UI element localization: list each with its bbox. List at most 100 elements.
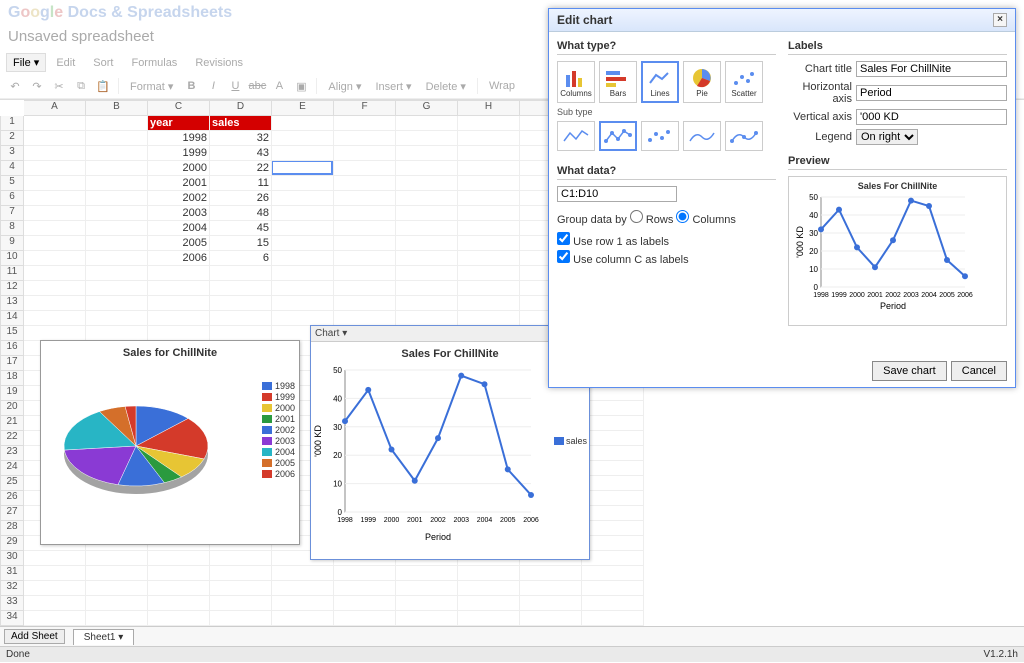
text-color-icon[interactable]: A [270,77,288,95]
row-header[interactable]: 30 [0,551,24,566]
data-cell[interactable]: 1999 [148,146,210,161]
row-header[interactable]: 12 [0,281,24,296]
data-cell[interactable]: 2005 [148,236,210,251]
save-chart-button[interactable]: Save chart [872,361,947,381]
menu-revisions[interactable]: Revisions [187,54,251,72]
row-header[interactable]: 7 [0,206,24,221]
data-cell[interactable]: year [148,116,210,131]
subtype-2[interactable] [599,121,637,151]
format-menu[interactable]: Format ▾ [125,79,178,94]
data-cell[interactable]: 43 [210,146,272,161]
h-axis-input[interactable] [856,85,1007,101]
type-columns[interactable]: Columns [557,61,595,103]
row-header[interactable]: 1 [0,116,24,131]
row-header[interactable]: 18 [0,371,24,386]
type-lines[interactable]: Lines [641,61,679,103]
data-cell[interactable]: 2003 [148,206,210,221]
type-scatter[interactable]: Scatter [725,61,763,103]
cut-icon[interactable]: ✂ [50,77,68,95]
data-cell[interactable]: 26 [210,191,272,206]
close-icon[interactable]: × [993,13,1007,27]
row-header[interactable]: 9 [0,236,24,251]
copy-icon[interactable]: ⧉ [72,77,90,95]
row-header[interactable]: 33 [0,596,24,611]
menu-sort[interactable]: Sort [85,54,121,72]
row-header[interactable]: 25 [0,476,24,491]
row-header[interactable]: 27 [0,506,24,521]
data-cell[interactable]: 1998 [148,131,210,146]
menu-edit[interactable]: Edit [48,54,83,72]
wrap-toggle[interactable]: Wrap [484,79,520,93]
insert-menu[interactable]: Insert ▾ [370,79,416,94]
row-header[interactable]: 23 [0,446,24,461]
row-header[interactable]: 15 [0,326,24,341]
row-header[interactable]: 17 [0,356,24,371]
row-header[interactable]: 26 [0,491,24,506]
subtype-4[interactable] [683,121,721,151]
data-cell[interactable]: 2002 [148,191,210,206]
col-header[interactable]: C [148,100,210,116]
row-header[interactable]: 6 [0,191,24,206]
col-header[interactable]: H [458,100,520,116]
row-header[interactable]: 10 [0,251,24,266]
data-cell[interactable]: 45 [210,221,272,236]
underline-icon[interactable]: U [226,77,244,95]
row-header[interactable]: 5 [0,176,24,191]
align-menu[interactable]: Align ▾ [323,79,366,94]
row-header[interactable]: 14 [0,311,24,326]
use-row1-check[interactable] [557,232,570,245]
row-header[interactable]: 2 [0,131,24,146]
row-header[interactable]: 22 [0,431,24,446]
bold-icon[interactable]: B [182,77,200,95]
group-rows-radio[interactable] [630,210,643,223]
add-sheet-button[interactable]: Add Sheet [4,629,65,644]
menu-formulas[interactable]: Formulas [123,54,185,72]
data-cell[interactable]: 2001 [148,176,210,191]
strike-icon[interactable]: abc [248,77,266,95]
col-header[interactable]: E [272,100,334,116]
italic-icon[interactable]: I [204,77,222,95]
data-cell[interactable]: 32 [210,131,272,146]
col-header[interactable]: A [24,100,86,116]
row-header[interactable]: 4 [0,161,24,176]
row-header[interactable]: 13 [0,296,24,311]
row-header[interactable]: 28 [0,521,24,536]
type-bars[interactable]: Bars [599,61,637,103]
row-header[interactable]: 29 [0,536,24,551]
row-header[interactable]: 34 [0,611,24,626]
v-axis-input[interactable] [856,109,1007,125]
fill-color-icon[interactable]: ▣ [292,77,310,95]
subtype-1[interactable] [557,121,595,151]
chart-title-input[interactable] [856,61,1007,77]
row-header[interactable]: 8 [0,221,24,236]
col-header[interactable]: G [396,100,458,116]
data-cell[interactable]: 48 [210,206,272,221]
undo-icon[interactable]: ↶ [6,77,24,95]
data-cell[interactable]: sales [210,116,272,131]
data-range-input[interactable] [557,186,677,202]
row-header[interactable]: 11 [0,266,24,281]
data-cell[interactable]: 15 [210,236,272,251]
group-cols-radio[interactable] [676,210,689,223]
row-header[interactable]: 19 [0,386,24,401]
data-cell[interactable]: 2000 [148,161,210,176]
legend-select[interactable]: On right [856,129,918,145]
subtype-5[interactable] [725,121,763,151]
paste-icon[interactable]: 📋 [94,77,112,95]
dialog-titlebar[interactable]: Edit chart × [549,9,1015,32]
delete-menu[interactable]: Delete ▾ [421,79,471,94]
cancel-button[interactable]: Cancel [951,361,1007,381]
embedded-pie-chart[interactable]: Sales for ChillNite 19981999200020012002… [40,340,300,545]
row-header[interactable]: 20 [0,401,24,416]
row-header[interactable]: 32 [0,581,24,596]
col-header[interactable]: D [210,100,272,116]
row-header[interactable]: 31 [0,566,24,581]
sheet-tab-1[interactable]: Sheet1 ▾ [73,629,135,645]
col-header[interactable]: F [334,100,396,116]
row-header[interactable]: 3 [0,146,24,161]
row-header[interactable]: 16 [0,341,24,356]
use-colc-check[interactable] [557,250,570,263]
data-cell[interactable]: 11 [210,176,272,191]
type-pie[interactable]: Pie [683,61,721,103]
subtype-3[interactable] [641,121,679,151]
